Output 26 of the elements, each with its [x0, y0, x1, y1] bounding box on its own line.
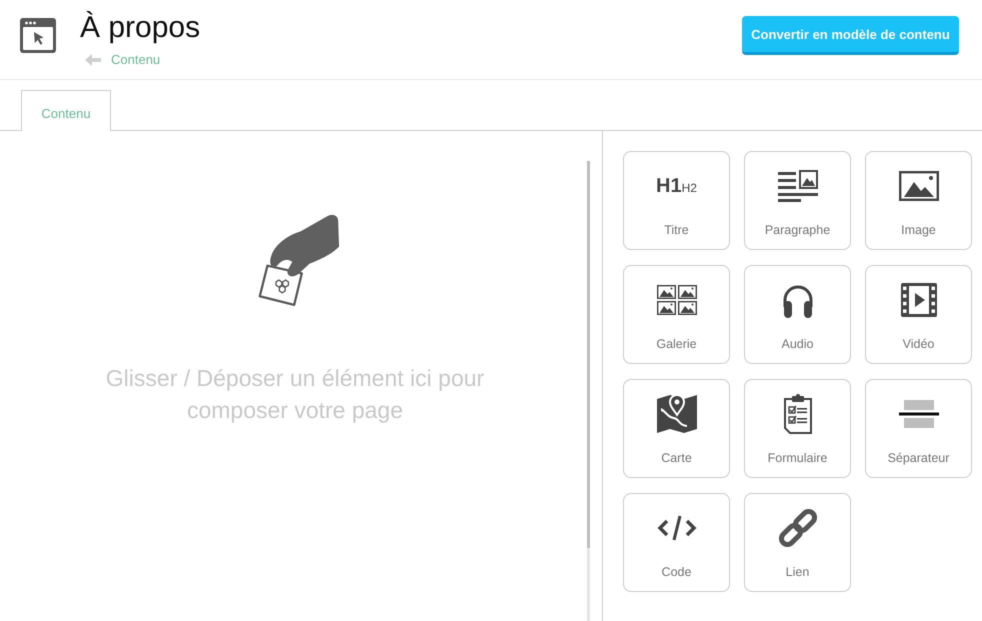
chain-link-icon	[778, 508, 818, 548]
block-tile[interactable]: Image	[865, 151, 972, 250]
scrollbar[interactable]	[587, 161, 590, 621]
block-tile[interactable]: Séparateur	[865, 379, 972, 478]
page-title: À propos	[80, 10, 200, 46]
image-icon	[898, 171, 938, 201]
heading-icon: H1H2	[656, 175, 697, 197]
block-tile[interactable]: Carte	[623, 379, 730, 478]
map-pin-icon	[656, 394, 696, 434]
code-icon	[656, 515, 696, 541]
text-lines-image-icon	[778, 170, 818, 202]
clipboard-checklist-icon	[782, 394, 812, 434]
block-tile[interactable]: Paragraphe	[744, 151, 851, 250]
browser-window-cursor-icon	[20, 18, 56, 53]
block-tile[interactable]: Audio	[744, 265, 851, 364]
back-arrow-icon	[85, 54, 101, 66]
scrollbar-thumb[interactable]	[587, 161, 590, 548]
block-tile[interactable]: Formulaire	[744, 379, 851, 478]
film-play-icon	[900, 283, 936, 317]
block-tile[interactable]: Lien	[744, 493, 851, 592]
image-grid-icon	[656, 285, 696, 315]
block-tile[interactable]: H1H2 Titre	[623, 151, 730, 250]
separator-icon	[898, 400, 938, 428]
block-tile[interactable]: Vidéo	[865, 265, 972, 364]
block-tile[interactable]: Galerie	[623, 265, 730, 364]
block-tile[interactable]: Code	[623, 493, 730, 592]
